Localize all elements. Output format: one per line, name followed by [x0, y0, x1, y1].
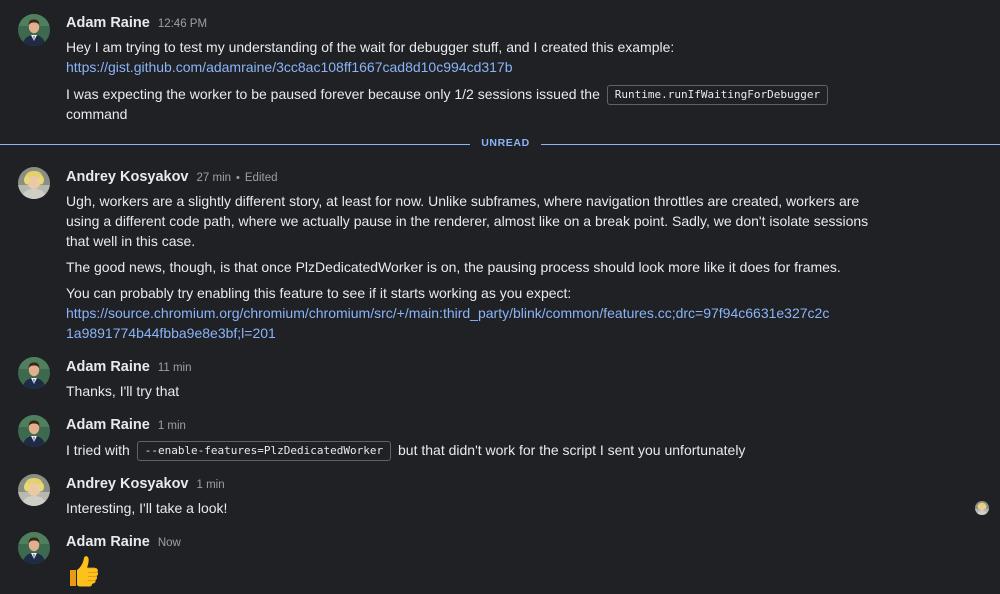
message-text: command — [66, 106, 128, 122]
message-time[interactable]: 27 min — [197, 172, 232, 184]
message-text: that well in this case. — [66, 233, 196, 249]
message-text: You can probably try enabling this featu… — [66, 285, 572, 301]
inline-code: --enable-features=PlzDedicatedWorker — [136, 441, 392, 461]
author-name[interactable]: Adam Raine — [66, 417, 150, 433]
chromium-source-link[interactable]: https://source.chromium.org/chromium/chr… — [66, 305, 829, 321]
unread-divider: UNREAD — [0, 137, 1000, 149]
author-name[interactable]: Adam Raine — [66, 359, 150, 375]
message-time[interactable]: 12:46 PM — [158, 18, 207, 30]
avatar-image — [18, 415, 50, 447]
message-text: Thanks, I'll try that — [66, 383, 180, 399]
message-time[interactable]: Now — [158, 537, 181, 549]
author-name[interactable]: Andrey Kosyakov — [66, 476, 189, 492]
avatar-andrey-kosyakov[interactable] — [18, 474, 50, 506]
avatar-image — [18, 357, 50, 389]
avatar-image — [18, 14, 50, 46]
avatar-image — [18, 474, 50, 506]
message-text-line: I tried with --enable-features=PlzDedica… — [66, 441, 745, 461]
avatar-adam-raine[interactable] — [18, 415, 50, 447]
read-receipt-icon — [975, 501, 989, 515]
avatar-adam-raine[interactable] — [18, 14, 50, 46]
message-time[interactable]: 11 min — [158, 362, 192, 374]
message-text: The good news, though, is that once PlzD… — [66, 259, 841, 275]
avatar-andrey-kosyakov[interactable] — [18, 167, 50, 199]
author-name[interactable]: Adam Raine — [66, 15, 150, 31]
edited-label: Edited — [244, 172, 278, 184]
message-text: Interesting, I'll take a look! — [66, 500, 228, 516]
message-text: but that didn't work for the script I se… — [398, 442, 746, 458]
message-text-line: I was expecting the worker to be paused … — [66, 85, 829, 105]
avatar-image — [18, 167, 50, 199]
thumbs-up-icon[interactable] — [66, 554, 100, 588]
message-time[interactable]: 1 min — [197, 479, 225, 491]
separator-dot: • — [236, 172, 240, 184]
divider-line-right — [541, 144, 1000, 145]
message-text: I was expecting the worker to be paused … — [66, 86, 600, 102]
author-name[interactable]: Adam Raine — [66, 534, 150, 550]
message-time[interactable]: 1 min — [158, 420, 186, 432]
message-text: using a different code path, where we ac… — [66, 213, 869, 229]
author-name[interactable]: Andrey Kosyakov — [66, 169, 189, 185]
chromium-source-link-cont[interactable]: 1a9891774b44fbba9e8e3bf;l=201 — [66, 325, 276, 341]
message-text: Hey I am trying to test my understanding… — [66, 39, 675, 55]
inline-code: Runtime.runIfWaitingForDebugger — [606, 85, 829, 105]
avatar-image — [18, 532, 50, 564]
gist-link[interactable]: https://gist.github.com/adamraine/3cc8ac… — [66, 59, 513, 75]
message-text: I tried with — [66, 442, 130, 458]
avatar-adam-raine[interactable] — [18, 357, 50, 389]
divider-line-left — [0, 144, 470, 145]
message-text: Ugh, workers are a slightly different st… — [66, 193, 860, 209]
avatar-adam-raine[interactable] — [18, 532, 50, 564]
read-receipt-avatar[interactable] — [975, 501, 989, 515]
unread-label: UNREAD — [481, 137, 530, 149]
